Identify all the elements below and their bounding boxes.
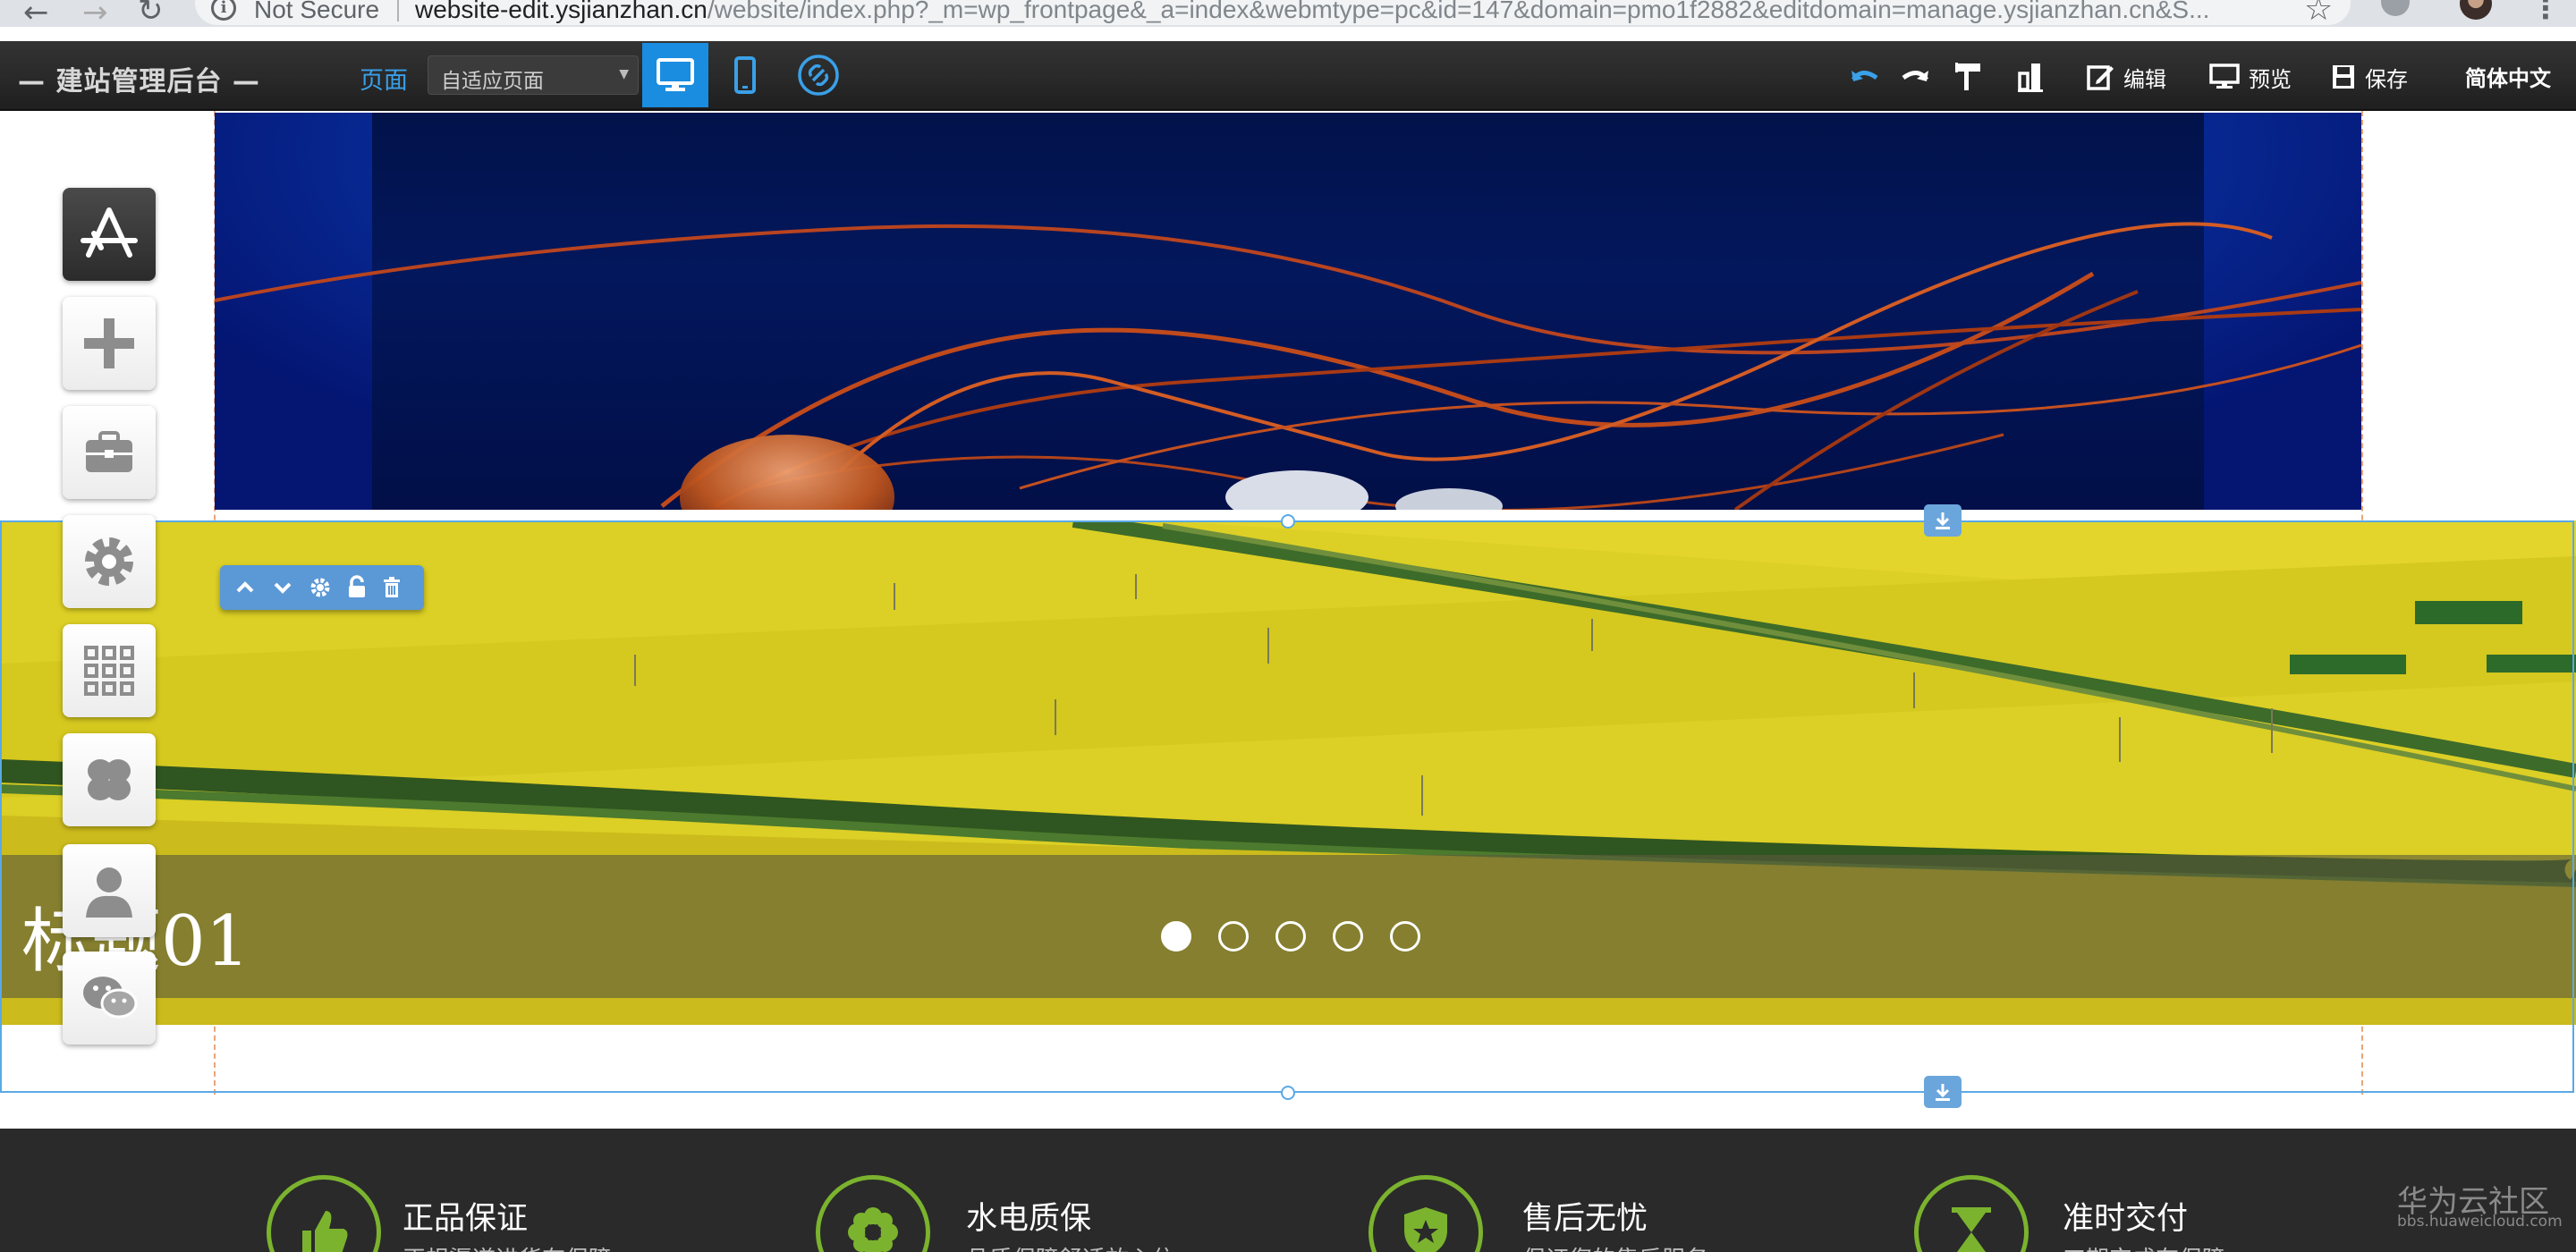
url-text[interactable]: website-edit.ysjianzhan.cn/website/index…	[415, 0, 2275, 24]
grid-icon	[84, 646, 134, 696]
mobile-view-button[interactable]	[712, 43, 778, 107]
feature-title-3: 售后无忧	[1522, 1201, 1648, 1237]
insert-below-button-top[interactable]	[1924, 504, 1962, 537]
page-select-value: 自适应页面	[441, 70, 544, 93]
move-down-icon[interactable]	[270, 575, 295, 600]
save-floppy-icon	[2333, 65, 2354, 89]
security-label: Not Secure	[254, 0, 380, 23]
bookmark-star-icon[interactable]: ☆	[2304, 0, 2333, 28]
feature-title-1: 正品保证	[402, 1201, 529, 1237]
unlock-icon[interactable]	[345, 575, 369, 600]
add-module-button[interactable]	[63, 297, 156, 390]
jellyfish-banner-image	[215, 113, 2361, 510]
redo-button[interactable]	[1900, 57, 1930, 97]
slide-dot-1[interactable]	[1161, 921, 1191, 952]
format-brush-button[interactable]	[1953, 57, 1984, 97]
feature-title-2: 水电质保	[966, 1201, 1092, 1237]
flower-icon	[816, 1175, 930, 1252]
toolbox-button[interactable]	[63, 406, 156, 499]
reload-icon[interactable]: ↻	[138, 0, 164, 29]
resize-handle-bottom[interactable]	[1281, 1086, 1295, 1100]
extension-icon[interactable]	[2381, 0, 2410, 16]
wechat-button[interactable]	[63, 952, 156, 1045]
feature-desc-4: 工期完成有保障	[2063, 1241, 2225, 1252]
back-icon[interactable]: ←	[23, 0, 49, 30]
url-separator	[397, 0, 399, 21]
resize-handle-top[interactable]	[1281, 514, 1295, 529]
move-up-icon[interactable]	[233, 575, 258, 600]
edit-label: 编辑	[2123, 66, 2166, 92]
feature-desc-3: 保证您的售后服务	[1522, 1241, 1708, 1252]
download-arrow-icon	[1936, 1084, 1950, 1101]
desktop-view-button[interactable]	[642, 43, 708, 107]
editor-screen: ← → ↻ i Not Secure website-edit.ysjianzh…	[0, 0, 2576, 1252]
theme-button[interactable]	[63, 733, 156, 826]
save-button[interactable]: 保存	[2331, 57, 2408, 97]
undo-button[interactable]	[1850, 57, 1880, 97]
link-circle-icon	[798, 55, 839, 96]
slide-dot-2[interactable]	[1218, 921, 1249, 952]
insert-below-button-bottom[interactable]	[1924, 1076, 1962, 1108]
url-path: /website/index.php?_m=wp_frontpage&_a=in…	[707, 0, 2210, 23]
layout-button[interactable]	[2016, 57, 2045, 97]
forward-icon[interactable]: →	[82, 0, 108, 30]
browser-menu-icon[interactable]: ⋮	[2531, 0, 2560, 25]
wechat-icon	[83, 977, 138, 1019]
edit-pencil-icon	[2087, 65, 2114, 90]
slide-dot-4[interactable]	[1333, 921, 1363, 952]
toolbox-icon	[86, 431, 132, 472]
watermark-url: bbs.huaweicloud.com	[2397, 1213, 2563, 1231]
monitor-icon	[657, 58, 694, 91]
edit-button[interactable]: 编辑	[2086, 57, 2166, 97]
feature-footer: 正品保证 正规渠道进货有保障 水电质保 品质保障舒适放心住 售后无忧 保证您的售…	[0, 1129, 2576, 1252]
page-grid-button[interactable]	[63, 624, 156, 717]
admin-title: — 建站管理后台 —	[18, 66, 260, 97]
page-select[interactable]: 自适应页面 ▼	[428, 55, 639, 95]
delete-trash-icon[interactable]	[381, 575, 402, 600]
paint-roller-icon	[1955, 63, 1980, 90]
url-host: website-edit.ysjianzhan.cn	[415, 0, 708, 23]
chevron-down-icon: ▼	[619, 67, 629, 81]
language-switch[interactable]: 简体中文	[2465, 61, 2551, 92]
shield-star-icon	[1368, 1175, 1483, 1252]
redo-icon	[1902, 71, 1929, 81]
feature-desc-2: 品质保障舒适放心住	[966, 1241, 1175, 1252]
editor-toolbar: — 建站管理后台 — 页面 自适应页面 ▼ 编辑 预览 保存 简体中文	[0, 41, 2576, 111]
preview-label: 预览	[2249, 66, 2292, 92]
thumbs-up-icon	[267, 1175, 381, 1252]
browser-chrome: ← → ↻ i Not Secure website-edit.ysjianzh…	[0, 0, 2576, 30]
page-menu-label[interactable]: 页面	[360, 61, 408, 96]
member-button[interactable]	[63, 844, 156, 937]
slide-dot-5[interactable]	[1390, 921, 1420, 952]
site-settings-button[interactable]	[63, 515, 156, 608]
hourglass-icon	[1914, 1175, 2029, 1252]
link-view-button[interactable]	[785, 43, 852, 107]
jellyfish-image	[215, 222, 2361, 510]
preview-monitor-icon	[2209, 63, 2240, 89]
slide-dot-3[interactable]	[1275, 921, 1306, 952]
user-icon	[86, 867, 132, 918]
plus-icon	[84, 318, 134, 368]
bar-chart-icon	[2018, 63, 2043, 92]
mobile-phone-icon	[734, 56, 756, 94]
feature-title-4: 准时交付	[2063, 1201, 2189, 1237]
module-toolbar	[220, 565, 424, 610]
preview-button[interactable]: 预览	[2209, 57, 2292, 97]
save-label: 保存	[2365, 66, 2408, 92]
download-arrow-icon	[1936, 512, 1950, 529]
feature-desc-1: 正规渠道进货有保障	[402, 1241, 612, 1252]
settings-gear-icon[interactable]	[308, 575, 333, 600]
gear-icon	[85, 537, 133, 586]
profile-avatar[interactable]	[2460, 0, 2492, 20]
undo-icon	[1851, 71, 1878, 81]
clover-icon	[88, 759, 131, 800]
app-store-button[interactable]	[63, 188, 156, 281]
app-store-icon	[80, 207, 138, 258]
